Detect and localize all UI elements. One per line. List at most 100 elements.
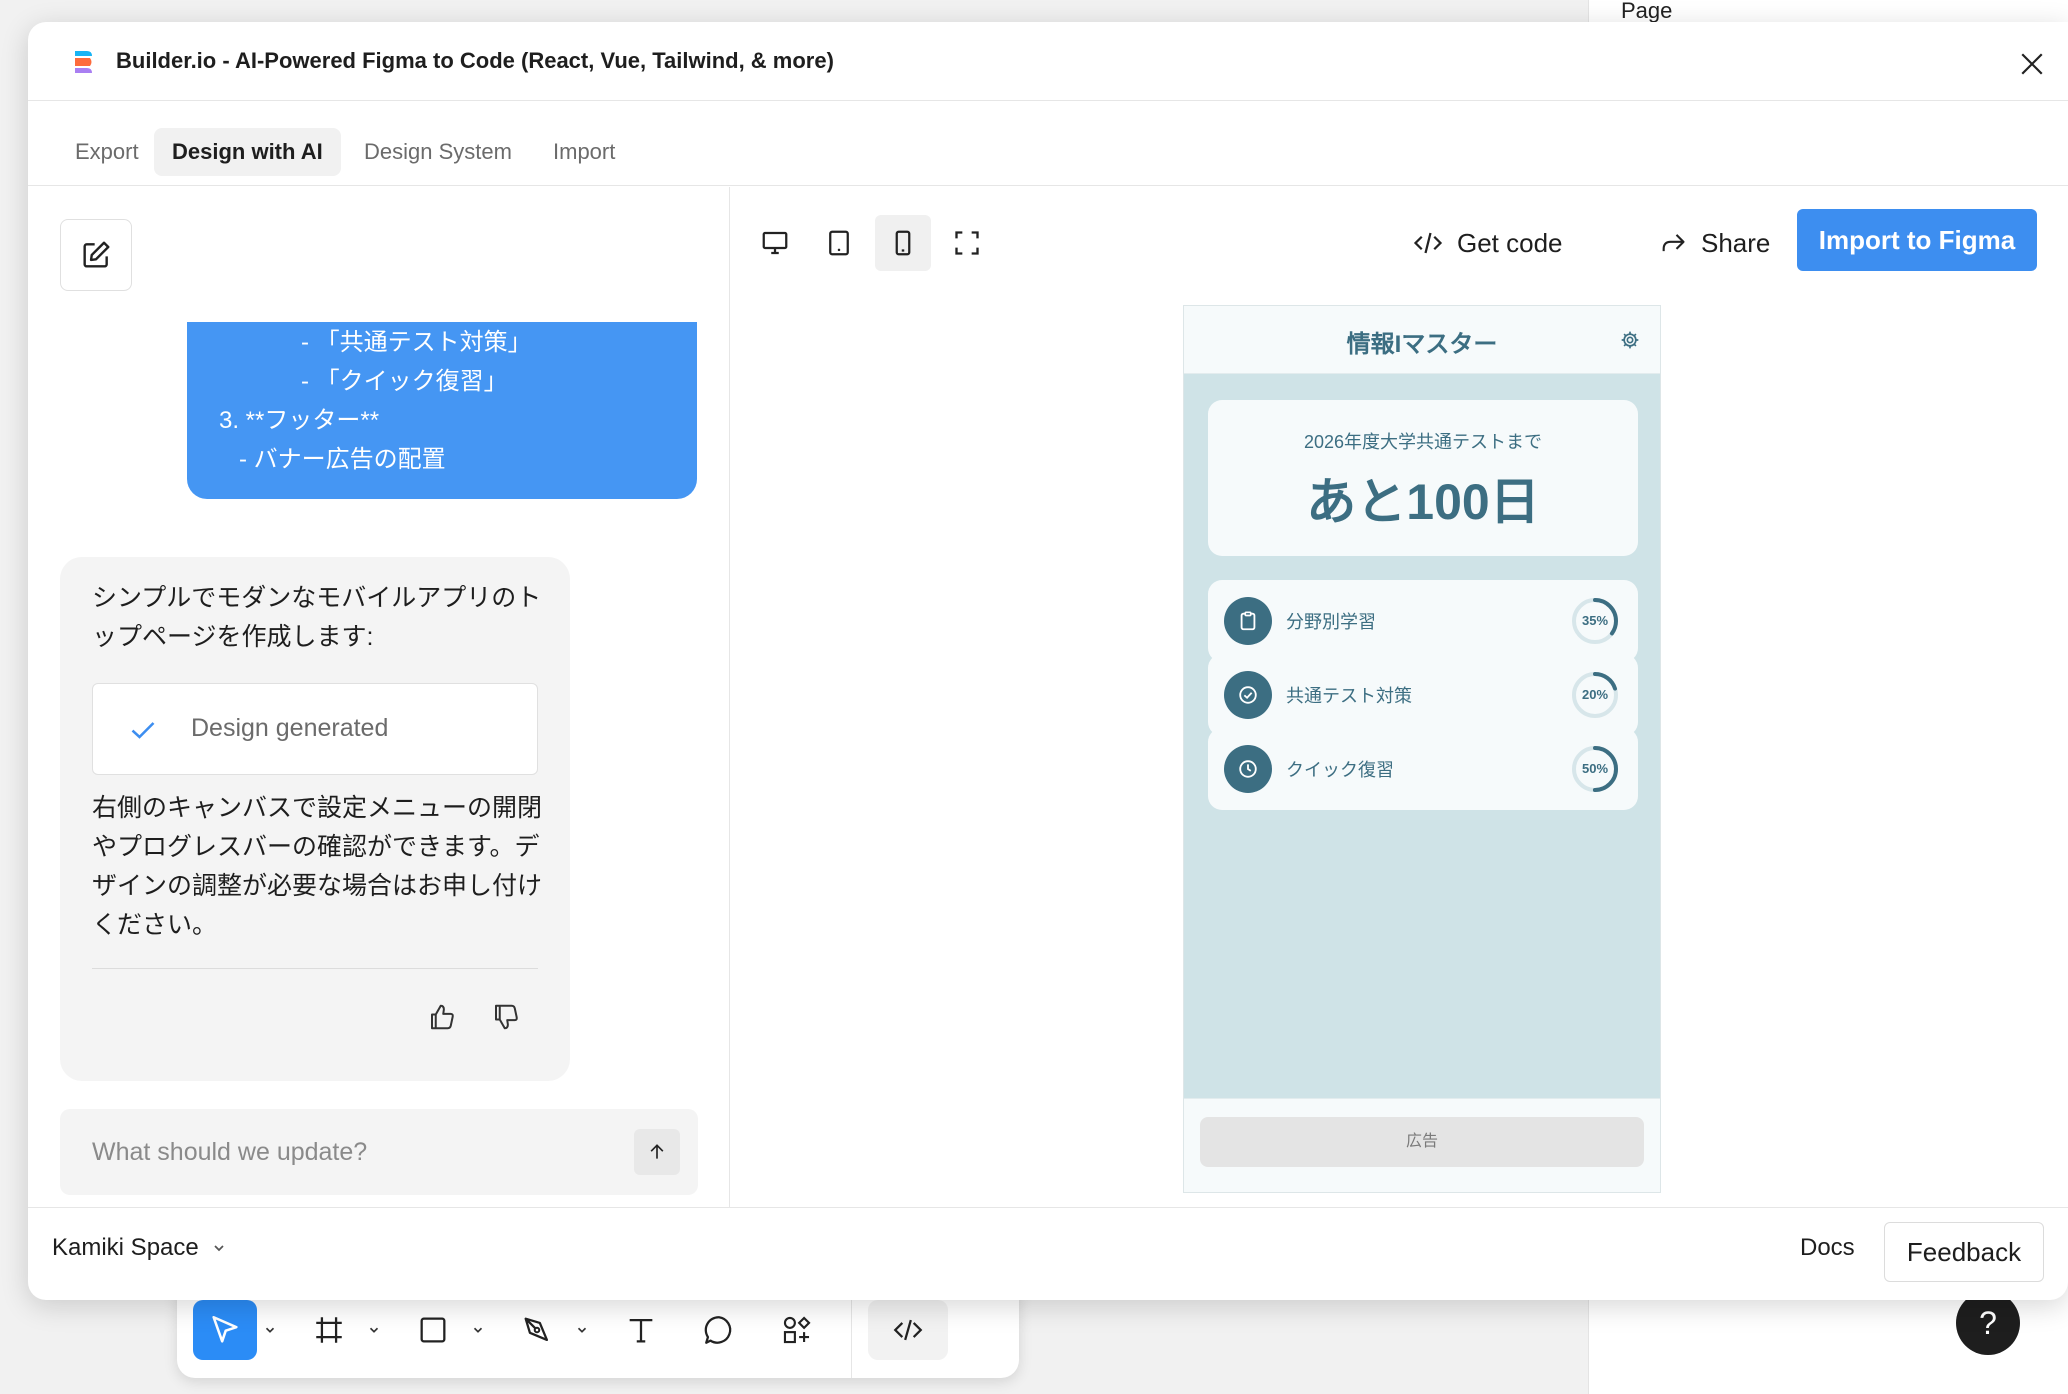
ai-outro-text: 右側のキャンバスで設定メニューの開閉やプログレスバーの確認ができます。デザインの… [92, 794, 543, 939]
import-to-figma-button[interactable]: Import to Figma [1797, 209, 2037, 271]
builder-plugin-window: Builder.io - AI-Powered Figma to Code (R… [28, 22, 2068, 1300]
desktop-icon [762, 231, 788, 255]
app-title: 情報Iマスター [1346, 331, 1498, 358]
builder-logo-icon [75, 51, 92, 73]
close-icon [2021, 53, 2043, 75]
send-button[interactable] [634, 1129, 680, 1175]
ai-intro-text: シンプルでモダンなモバイルアプリのトップページを作成します: [92, 584, 542, 651]
gear-icon[interactable] [1620, 330, 1640, 350]
get-code-label: Get code [1457, 227, 1563, 258]
chevron-down-icon [265, 1327, 275, 1333]
clock-icon [1224, 745, 1272, 793]
subject-card-exam-prep[interactable]: 共通テスト対策 20% [1208, 654, 1638, 736]
help-button[interactable]: ? [1956, 1291, 2020, 1355]
subject-card-quick-review[interactable]: クイック復習 50% [1208, 728, 1638, 810]
mobile-preview-frame[interactable]: 情報Iマスター 2026年度大学共通テストまで あと100日 分野別学習 35%… [1183, 305, 1661, 1193]
user-message-line: - 「共通テスト対策」 [301, 329, 532, 356]
plugin-title: Builder.io - AI-Powered Figma to Code (R… [116, 48, 834, 73]
comment-icon [704, 1316, 732, 1344]
subject-card-field-study[interactable]: 分野別学習 35% [1208, 580, 1638, 662]
ad-banner[interactable]: 広告 [1200, 1117, 1644, 1167]
components-icon [783, 1316, 811, 1344]
progress-label: 50% [1581, 761, 1609, 776]
comment-tool-button[interactable] [687, 1300, 751, 1360]
chevron-down-icon [577, 1327, 587, 1333]
rectangle-tool-button[interactable] [401, 1300, 465, 1360]
dev-mode-toggle[interactable] [868, 1300, 948, 1360]
fullscreen-button[interactable] [939, 215, 995, 271]
move-tool-button[interactable] [193, 1300, 257, 1360]
ai-response-card: シンプルでモダンなモバイルアプリのトップページを作成します: Design ge… [60, 557, 570, 1081]
chat-panel[interactable]: - 「共通テスト対策」 - 「クイック復習」 3. **フッター** - バナー… [28, 187, 730, 1207]
subject-label: クイック復習 [1286, 760, 1394, 780]
share-label: Share [1701, 227, 1771, 258]
ai-card-divider [92, 968, 538, 969]
subject-label: 共通テスト対策 [1286, 686, 1412, 706]
thumbs-up-button[interactable] [422, 997, 462, 1037]
mobile-view-button[interactable] [875, 215, 931, 271]
rectangle-tool-caret[interactable] [465, 1300, 491, 1360]
user-message-line: - バナー広告の配置 [239, 446, 446, 473]
tab-import[interactable]: Import [535, 128, 633, 176]
docs-link[interactable]: Docs [1800, 1234, 1855, 1262]
components-tool-button[interactable] [765, 1300, 829, 1360]
mobile-icon [895, 230, 911, 256]
thumbs-down-button[interactable] [486, 997, 526, 1037]
app-header: 情報Iマスター [1184, 306, 1660, 374]
prompt-input[interactable] [92, 1129, 612, 1175]
panel-title: Page [1621, 0, 1673, 23]
share-button[interactable]: Share [1659, 217, 1770, 269]
preview-panel: Get code Share Import to Figma 情報Iマスター 2… [731, 187, 2068, 1207]
chevron-down-icon [214, 1245, 224, 1252]
tablet-view-button[interactable] [811, 215, 867, 271]
frame-icon [316, 1317, 342, 1343]
progress-ring: 50% [1570, 744, 1620, 794]
tab-design-with-ai[interactable]: Design with AI [154, 128, 341, 176]
tab-export[interactable]: Export [57, 128, 157, 176]
tab-design-system[interactable]: Design System [346, 128, 530, 176]
design-status-label: Design generated [191, 714, 389, 742]
progress-label: 20% [1581, 687, 1609, 702]
close-button[interactable] [2014, 46, 2050, 82]
check-circle-icon [1224, 671, 1272, 719]
code-icon [1413, 232, 1443, 254]
text-icon [629, 1318, 653, 1343]
countdown-card: 2026年度大学共通テストまで あと100日 [1208, 400, 1638, 556]
user-message-line: 3. **フッター** [219, 407, 380, 434]
cursor-icon [212, 1315, 238, 1343]
user-message-bubble: - 「共通テスト対策」 - 「クイック復習」 3. **フッター** - バナー… [187, 322, 697, 499]
move-tool-caret[interactable] [257, 1300, 283, 1360]
user-message-line: - 「クイック復習」 [301, 368, 508, 395]
get-code-button[interactable]: Get code [1413, 217, 1563, 269]
arrow-up-icon [650, 1144, 664, 1159]
check-icon [131, 722, 155, 739]
code-icon [893, 1319, 923, 1341]
fullscreen-icon [955, 231, 979, 255]
subject-label: 分野別学習 [1286, 612, 1376, 632]
frame-tool-button[interactable] [297, 1300, 361, 1360]
frame-tool-caret[interactable] [361, 1300, 387, 1360]
clipboard-icon [1224, 597, 1272, 645]
text-tool-button[interactable] [609, 1300, 673, 1360]
thumbs-up-icon [431, 1004, 454, 1030]
tablet-icon [829, 230, 849, 256]
countdown-value: あと100日 [1306, 474, 1540, 530]
plugin-tabs: Export Design with AI Design System Impo… [28, 102, 2068, 186]
plugin-titlebar: Builder.io - AI-Powered Figma to Code (R… [28, 22, 2068, 101]
design-status-box[interactable]: Design generated [92, 683, 538, 775]
pen-tool-caret[interactable] [569, 1300, 595, 1360]
pen-icon [524, 1317, 549, 1342]
prompt-box [60, 1109, 698, 1195]
share-icon [1662, 234, 1685, 252]
chevron-down-icon [473, 1327, 483, 1333]
feedback-button[interactable]: Feedback [1884, 1222, 2044, 1282]
desktop-view-button[interactable] [747, 215, 803, 271]
workspace-name: Kamiki Space [52, 1234, 199, 1261]
edit-icon [83, 241, 110, 268]
chevron-down-icon [369, 1327, 379, 1333]
workspace-selector[interactable]: Kamiki Space [52, 1234, 227, 1262]
countdown-label: 2026年度大学共通テストまで [1303, 432, 1543, 452]
new-chat-button[interactable] [60, 219, 132, 291]
pen-tool-button[interactable] [505, 1300, 569, 1360]
progress-label: 35% [1581, 613, 1609, 628]
